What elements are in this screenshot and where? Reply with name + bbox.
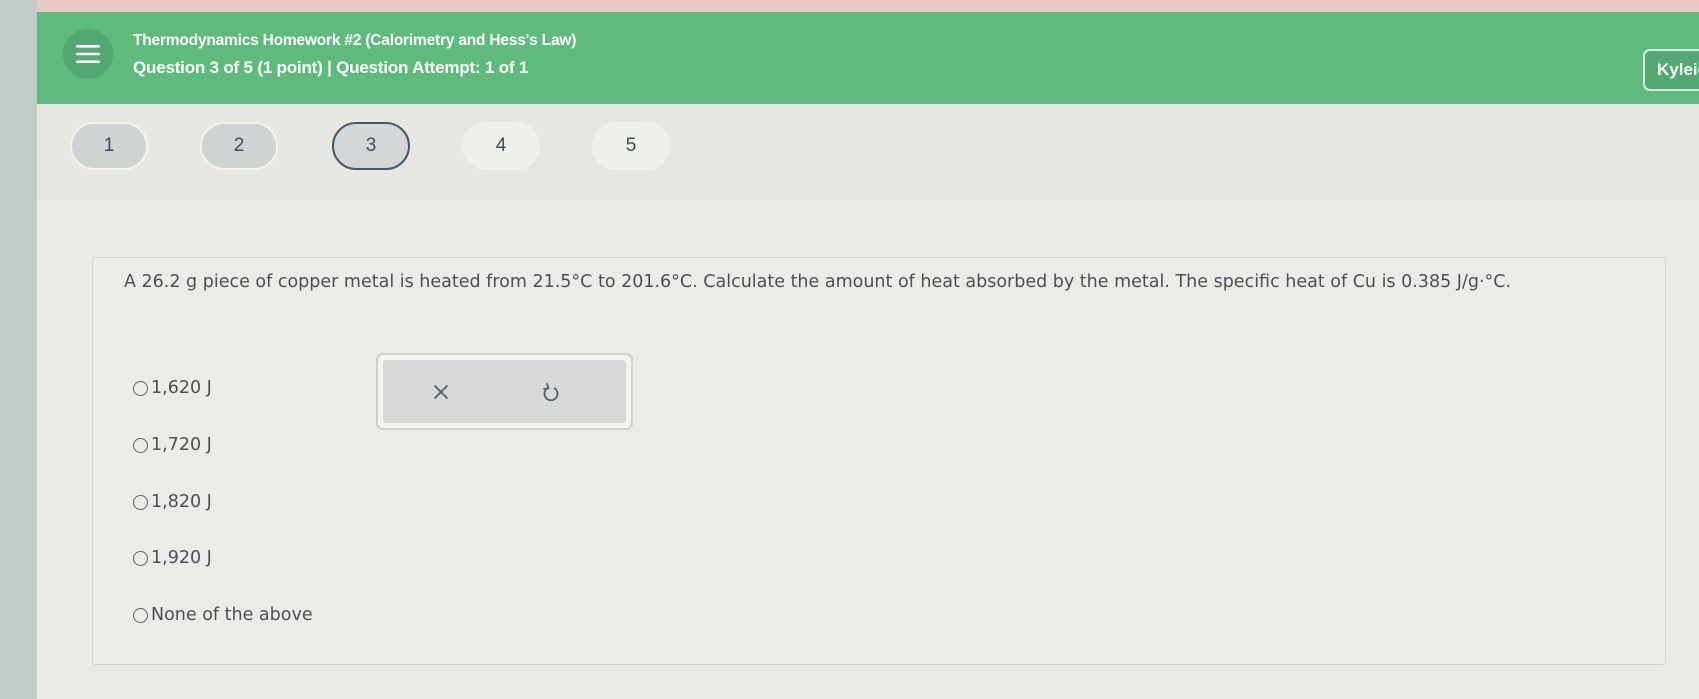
radio-button[interactable] [133,380,148,396]
answer-option-4[interactable]: 1,920 J [133,548,212,568]
answer-option-3[interactable]: 1,820 J [133,492,212,512]
question-text: A 26.2 g piece of copper metal is heated… [124,272,1512,292]
answer-option-2[interactable]: 1,720 J [133,435,212,455]
question-nav-5[interactable]: 5 [592,122,670,170]
question-nav-1[interactable]: 1 [70,122,148,170]
radio-button[interactable] [133,437,148,453]
question-nav-2[interactable]: 2 [200,122,278,170]
radio-button[interactable] [133,550,148,566]
question-progress: Question 3 of 5 (1 point) | Question Att… [133,58,529,77]
answer-option-label: 1,820 J [151,492,212,512]
answer-option-5[interactable]: None of the above [133,605,313,625]
hamburger-menu-icon [76,45,100,63]
question-navigator: 1 2 3 4 5 [37,104,1699,200]
question-nav-3[interactable]: 3 [332,122,410,170]
answer-option-1[interactable]: 1,620 J [133,378,212,398]
assignment-title: Thermodynamics Homework #2 (Calorimetry … [133,32,577,49]
x-icon [434,385,448,399]
user-menu-button[interactable]: Kyleig [1643,49,1699,91]
browser-chrome-strip [37,0,1699,12]
menu-button[interactable] [63,29,113,79]
left-window-edge [0,0,37,699]
assignment-header: Thermodynamics Homework #2 (Calorimetry … [37,12,1699,104]
answer-option-label: 1,620 J [151,378,212,398]
answer-option-label: None of the above [151,605,313,625]
undo-button[interactable] [531,372,571,412]
answer-tools-panel [376,353,633,430]
question-card: A 26.2 g piece of copper metal is heated… [92,257,1666,665]
radio-button[interactable] [133,607,148,623]
answer-tools-bar [383,360,626,423]
undo-icon [543,383,559,402]
question-nav-4[interactable]: 4 [462,122,540,170]
clear-answer-button[interactable] [421,372,461,412]
answer-option-label: 1,920 J [151,548,212,568]
radio-button[interactable] [133,494,148,510]
answer-option-label: 1,720 J [151,435,212,455]
